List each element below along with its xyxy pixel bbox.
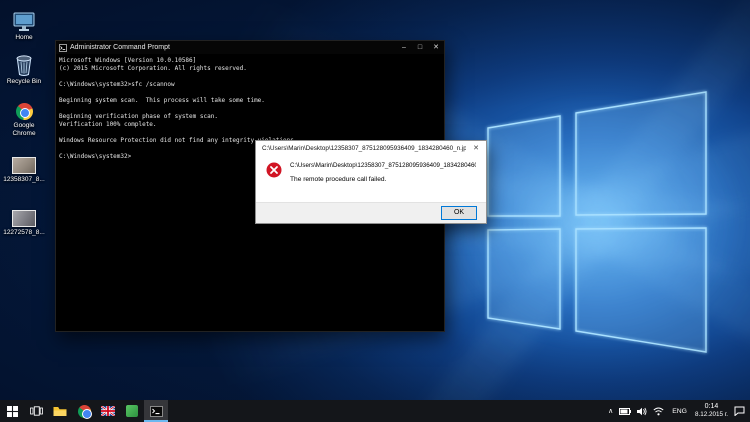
error-icon: [266, 162, 282, 178]
language-indicator[interactable]: ENG: [670, 408, 689, 415]
task-view-button[interactable]: [24, 400, 48, 422]
taskbar-green-app[interactable]: [120, 400, 144, 422]
network-icon[interactable]: [653, 407, 664, 416]
taskbar-language-app[interactable]: [96, 400, 120, 422]
console-line: (c) 2015 Microsoft Corporation. All righ…: [59, 65, 247, 72]
desktop-screen: Home Recycle Bin Google Chrome 12358307_…: [0, 0, 750, 422]
console-line: Beginning system scan. This process will…: [59, 97, 265, 104]
console-line: C:\Windows\system32>sfc /scannow: [59, 81, 175, 88]
console-line: Microsoft Windows [Version 10.0.10586]: [59, 57, 197, 64]
image-file-icon: [0, 203, 48, 227]
system-tray: ∧ ENG 0:14 8.12.2015 г.: [608, 400, 750, 422]
error-dialog: C:\Users\Marin\Desktop\12358307_87512809…: [255, 140, 487, 224]
start-button[interactable]: [0, 400, 24, 422]
command-prompt-icon: [149, 405, 163, 417]
close-button[interactable]: ✕: [428, 41, 444, 54]
minimize-button[interactable]: –: [396, 41, 412, 54]
desktop-icon-image-file-1[interactable]: 12358307_8...: [0, 150, 48, 184]
chrome-icon: [0, 96, 48, 120]
taskbar-command-prompt[interactable]: [144, 400, 168, 422]
chrome-icon: [77, 404, 92, 419]
desktop-icon-image-file-2[interactable]: 12272578_8...: [0, 203, 48, 237]
dialog-title: C:\Users\Marin\Desktop\12358307_87512809…: [262, 145, 466, 152]
command-prompt-icon: [59, 39, 67, 57]
desktop-icon-label: Recycle Bin: [6, 78, 42, 85]
ok-button[interactable]: OK: [441, 206, 477, 220]
windows-logo-icon: [6, 405, 18, 417]
desktop-icon-label: Google Chrome: [12, 122, 36, 137]
image-file-icon: [0, 150, 48, 174]
error-dialog-titlebar[interactable]: C:\Users\Marin\Desktop\12358307_87512809…: [256, 141, 486, 156]
maximize-button[interactable]: □: [412, 41, 428, 54]
error-dialog-body: C:\Users\Marin\Desktop\12358307_87512809…: [256, 156, 486, 202]
command-prompt-titlebar[interactable]: Administrator Command Prompt – □ ✕: [56, 41, 444, 54]
desktop-icon-label: 12358307_8...: [3, 176, 45, 183]
green-app-icon: [126, 405, 138, 417]
error-message-text: The remote procedure call failed.: [290, 176, 387, 183]
computer-icon: [0, 8, 48, 32]
desktop-icon-label: Home: [15, 34, 33, 41]
close-icon[interactable]: ✕: [466, 141, 486, 156]
action-center-icon[interactable]: [734, 406, 745, 416]
desktop-icon-recycle-bin[interactable]: Recycle Bin: [0, 52, 48, 86]
taskbar: ∧ ENG 0:14 8.12.2015 г.: [0, 400, 750, 422]
window-title: Administrator Command Prompt: [70, 44, 170, 51]
taskbar-chrome[interactable]: [72, 400, 96, 422]
error-file-path: C:\Users\Marin\Desktop\12358307_87512809…: [290, 162, 476, 169]
desktop-icon-label: 12272578_8...: [3, 229, 45, 236]
desktop-icon-home[interactable]: Home: [0, 8, 48, 42]
show-hidden-icons-chevron[interactable]: ∧: [608, 407, 613, 415]
uk-flag-icon: [101, 406, 115, 416]
console-line: Verification 100% complete.: [59, 121, 157, 128]
taskbar-file-explorer[interactable]: [48, 400, 72, 422]
clock-time: 0:14: [704, 403, 719, 410]
console-line: Beginning verification phase of system s…: [59, 113, 218, 120]
clock-date: 8.12.2015 г.: [694, 411, 728, 418]
error-messages: C:\Users\Marin\Desktop\12358307_87512809…: [290, 162, 476, 202]
task-view-icon: [29, 406, 43, 416]
taskbar-clock[interactable]: 0:14 8.12.2015 г.: [695, 403, 728, 419]
battery-icon[interactable]: [619, 407, 632, 415]
error-dialog-footer: OK: [256, 202, 486, 223]
recycle-bin-icon: [0, 52, 48, 76]
file-explorer-icon: [53, 406, 67, 416]
volume-icon[interactable]: [637, 407, 647, 416]
desktop-icon-google-chrome[interactable]: Google Chrome: [0, 96, 48, 137]
